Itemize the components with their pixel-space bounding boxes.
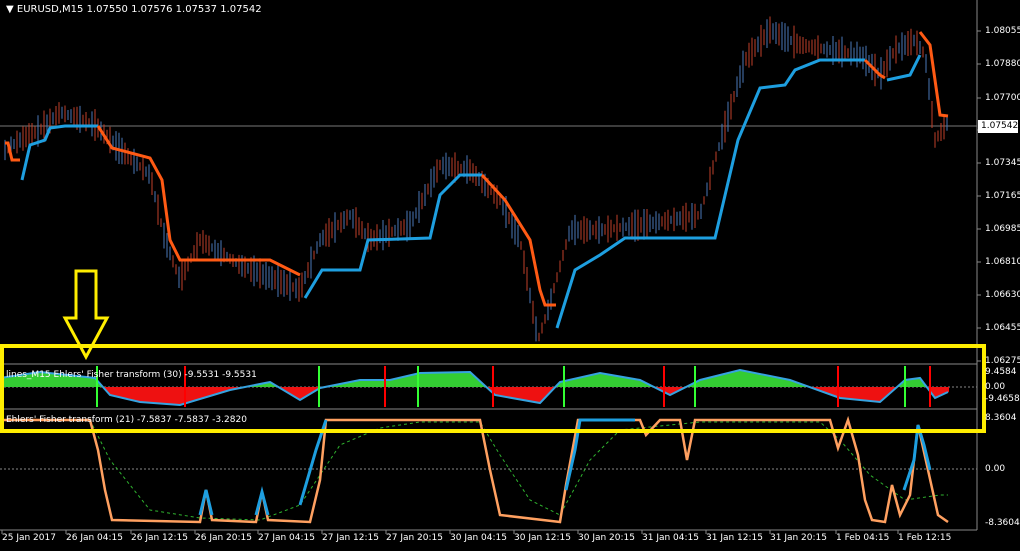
fisher-oscillator: [0, 415, 977, 524]
ohlc-high: 1.07576: [131, 4, 173, 15]
current-price-label: 1.07542: [978, 120, 1018, 133]
price-tick: 1.08055: [985, 26, 1020, 36]
price-tick: 1.06455: [985, 323, 1020, 333]
fisher-trigger-line: [89, 419, 948, 521]
indicator1-tick: 9.4584: [985, 367, 1017, 377]
trend-up-segment: [555, 58, 865, 329]
fisher-line-up: [254, 486, 270, 516]
time-tick: 31 Jan 12:15: [706, 533, 763, 543]
time-tick: 26 Jan 20:15: [195, 533, 252, 543]
indicator1-tick: 0.00: [985, 382, 1006, 392]
time-tick: 30 Jan 20:15: [578, 533, 635, 543]
time-tick: 30 Jan 04:15: [450, 533, 507, 543]
indicator2-tick: -8.3604: [985, 518, 1020, 528]
indicator2-tick: 8.3604: [985, 413, 1017, 423]
time-tick: 26 Jan 04:15: [66, 533, 123, 543]
indicator2-tick: 0.00: [985, 464, 1006, 474]
ohlc-low: 1.07537: [175, 4, 218, 15]
fisher-line-up: [902, 424, 932, 491]
trend-down-segment: [918, 31, 949, 118]
price-tick: 1.06810: [985, 257, 1020, 267]
fisher-line-down: [0, 415, 949, 524]
time-tick: 26 Jan 12:15: [131, 533, 188, 543]
trend-down-segment: [480, 173, 556, 307]
time-tick: 27 Jan 04:15: [258, 533, 315, 543]
indicator1-label: lines_M15 Ehlers' Fisher transform (30) …: [6, 370, 257, 380]
price-tick: 1.07345: [985, 158, 1020, 168]
indicator2-label: Ehlers' Fisher transform (21) -7.5837 -7…: [6, 415, 247, 425]
fisher-line-up: [198, 489, 214, 516]
time-tick: 31 Jan 20:15: [770, 533, 827, 543]
chart-canvas[interactable]: [0, 0, 1020, 551]
price-tick: 1.06275: [985, 356, 1020, 366]
ohlc-close: 1.07542: [220, 4, 262, 15]
price-tick: 1.06985: [985, 224, 1020, 234]
time-tick: 1 Feb 04:15: [836, 533, 890, 543]
time-tick: 27 Jan 20:15: [386, 533, 443, 543]
indicator1-tick: -9.4658: [985, 394, 1020, 404]
time-tick: 31 Jan 04:15: [642, 533, 699, 543]
time-tick: 30 Jan 12:15: [514, 533, 571, 543]
time-tick: 1 Feb 12:15: [898, 533, 952, 543]
time-tick: 27 Jan 12:15: [322, 533, 379, 543]
menu-triangle-icon[interactable]: ▼: [6, 4, 14, 15]
time-tick: 25 Jan 2017: [2, 533, 56, 543]
trend-up-segment: [886, 54, 922, 82]
price-tick: 1.07165: [985, 191, 1020, 201]
symbol-header: ▼ EURUSD,M15 1.07550 1.07576 1.07537 1.0…: [6, 4, 262, 16]
ohlc-open: 1.07550: [86, 4, 128, 15]
price-tick: 1.07700: [985, 93, 1020, 103]
symbol-label: EURUSD,M15: [16, 4, 84, 15]
price-tick: 1.06630: [985, 290, 1020, 300]
trend-down-segment: [5, 141, 20, 162]
trend-up-segment: [20, 124, 98, 181]
price-tick: 1.07880: [985, 59, 1020, 69]
